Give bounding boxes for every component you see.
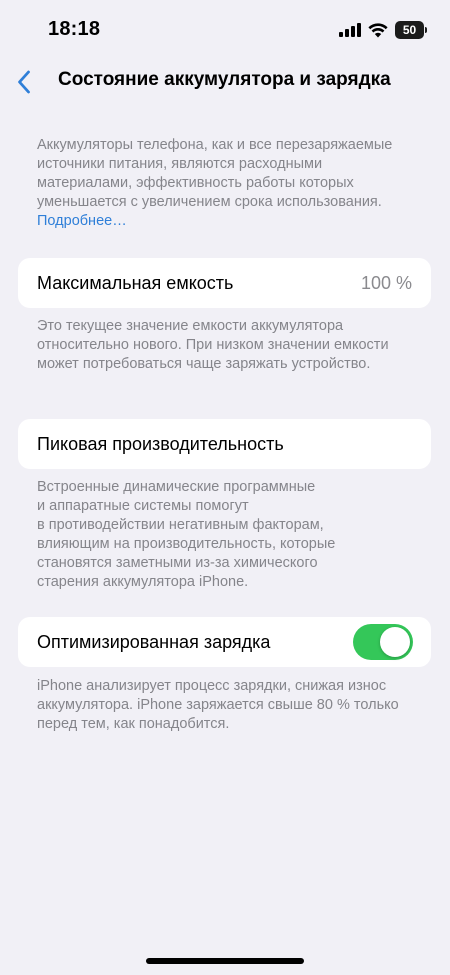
peak-performance-row: Пиковая производительность: [18, 419, 431, 469]
cellular-signal-icon: [339, 23, 361, 37]
page-title: Состояние аккумулятора и зарядка: [58, 69, 391, 90]
max-capacity-value: 100 %: [360, 272, 412, 293]
max-capacity-label: Максимальная емкость: [37, 272, 234, 293]
optimized-charging-row: Оптимизированная зарядка: [18, 617, 431, 667]
optimized-charging-toggle[interactable]: [353, 624, 413, 660]
status-bar: 18:18 50: [0, 0, 450, 60]
max-capacity-row: Максимальная емкость 100 %: [18, 258, 431, 308]
peak-performance-footnote-line: старения аккумулятора iPhone.: [37, 574, 249, 590]
wifi-icon: [368, 22, 388, 37]
optimized-charging-footnote: iPhone анализирует процесс зарядки, сниж…: [37, 678, 399, 732]
home-indicator[interactable]: [146, 958, 304, 964]
toggle-knob: [380, 627, 410, 657]
chevron-left-icon: [18, 70, 30, 94]
back-button[interactable]: [6, 64, 42, 100]
status-time: 18:18: [48, 18, 101, 40]
intro-description: Аккумуляторы телефона, как и все перезар…: [37, 137, 393, 210]
peak-performance-footnote-line: становятся заметными из-за химического: [37, 555, 318, 571]
intro-text: Аккумуляторы телефона, как и все перезар…: [37, 136, 417, 231]
battery-level: 50: [402, 23, 417, 37]
peak-performance-footnote-line: Встроенные динамические программные: [37, 479, 316, 495]
optimized-charging-label: Оптимизированная зарядка: [37, 631, 271, 652]
status-icons: 50: [339, 20, 427, 40]
nav-bar: Состояние аккумулятора и зарядка: [0, 60, 450, 104]
peak-performance-footnote-line: влияющим на производительность, которые: [37, 536, 336, 552]
peak-performance-footnote-line: в противодействии негативным факторам,: [37, 517, 324, 533]
max-capacity-footnote: Это текущее значение емкости аккумулятор…: [37, 318, 389, 372]
learn-more-link[interactable]: Подробнее…: [37, 213, 127, 229]
peak-performance-label: Пиковая производительность: [37, 433, 284, 454]
battery-icon: 50: [395, 21, 427, 39]
peak-performance-footnote-line: и аппаратные системы помогут: [37, 498, 249, 514]
peak-performance-footnote: Встроенные динамические программные и ап…: [37, 478, 417, 592]
